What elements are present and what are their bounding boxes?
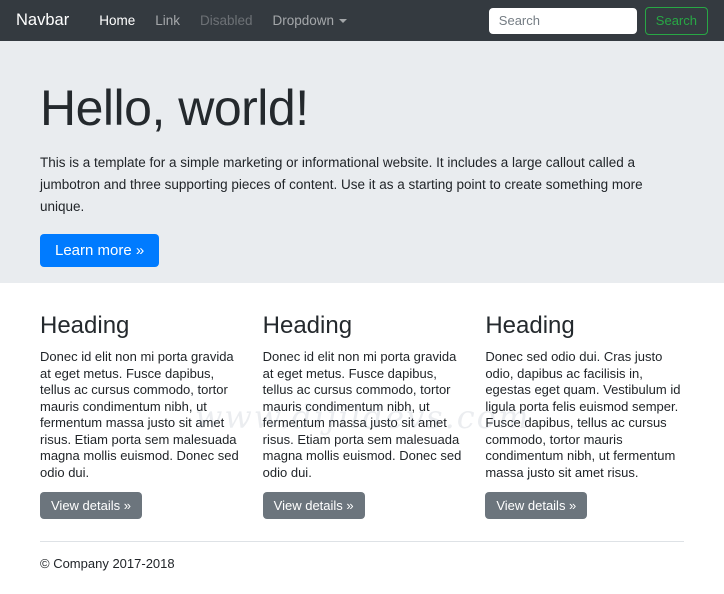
- column-text: Donec id elit non mi porta gravida at eg…: [262, 349, 462, 480]
- navbar: Navbar Home Link Disabled Dropdown Searc…: [0, 0, 724, 41]
- column-text: Donec id elit non mi porta gravida at eg…: [40, 349, 239, 480]
- nav-item-dropdown[interactable]: Dropdown: [263, 13, 358, 28]
- view-details-button-3[interactable]: View details »: [485, 492, 588, 519]
- copyright-text: © Company 2017-2018: [40, 556, 175, 571]
- column-heading: Heading: [485, 312, 575, 339]
- content-columns: Heading Donec id elit non mi porta gravi…: [0, 283, 724, 519]
- search-input[interactable]: [488, 7, 637, 34]
- jumbotron-lead: This is a template for a simple marketin…: [40, 155, 643, 214]
- nav-item-link[interactable]: Link: [145, 13, 190, 28]
- learn-more-button[interactable]: Learn more »: [40, 233, 160, 267]
- column-heading: Heading: [262, 312, 353, 339]
- navbar-nav: Home Link Disabled Dropdown: [89, 0, 357, 41]
- search-button[interactable]: Search: [644, 6, 708, 35]
- jumbotron: Hello, world! This is a template for a s…: [0, 41, 724, 283]
- column-3: Heading Donec sed odio dui. Cras justo o…: [485, 283, 684, 519]
- column-2: Heading Donec id elit non mi porta gravi…: [262, 283, 468, 519]
- view-details-button-1[interactable]: View details »: [40, 492, 142, 519]
- column-heading: Heading: [40, 312, 130, 339]
- dropdown-label: Dropdown: [272, 13, 335, 28]
- page-title: Hello, world!: [40, 80, 309, 136]
- caret-down-icon: [339, 18, 348, 23]
- navbar-brand[interactable]: Navbar: [16, 11, 69, 30]
- nav-item-home[interactable]: Home: [89, 13, 145, 28]
- nav-item-disabled: Disabled: [199, 13, 253, 28]
- search-form: Search: [488, 6, 708, 35]
- footer-divider: [40, 541, 684, 542]
- footer: © Company 2017-2018: [0, 541, 724, 571]
- column-text: Donec sed odio dui. Cras justo odio, dap…: [485, 349, 681, 480]
- view-details-button-2[interactable]: View details »: [262, 492, 365, 519]
- column-1: Heading Donec id elit non mi porta gravi…: [40, 283, 245, 519]
